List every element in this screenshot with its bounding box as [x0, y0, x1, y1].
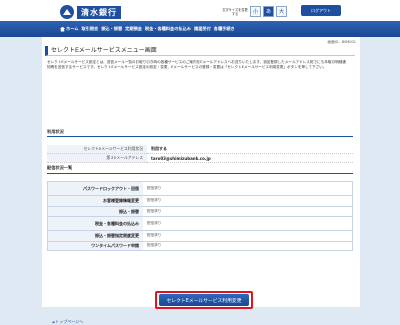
bank-name: 清水銀行	[77, 5, 121, 19]
font-size-switcher: 文字サイズを変更する 小 あ 大	[222, 6, 287, 17]
font-size-small-button[interactable]: 小	[250, 6, 261, 17]
nav-item-inquiry[interactable]: 取引照会	[81, 26, 98, 32]
delivery-item-name: 振込・振替	[48, 206, 143, 216]
top-header: 清水銀行 文字サイズを変更する 小 あ 大 ログアウト	[0, 0, 400, 21]
list-item: 税金・各種料金の払込み 配信済り	[47, 216, 353, 230]
list-item: 振込・振替指定限度変更 配信済り	[47, 230, 353, 241]
usage-section-heading: 利用状況	[47, 129, 64, 134]
main-content: 画面ID：BSM001 セレクトEメールサービスメニュー画面 セレクトEメールサ…	[42, 37, 360, 324]
page-title: セレクトEメールサービスメニュー画面	[45, 46, 355, 56]
table-row: 第２Eメールアドレス taro03@shimizubank.co.jp	[47, 153, 353, 163]
nav-item-notifications[interactable]: 諸届受付	[194, 26, 211, 32]
screen-id: 画面ID：BSM001	[327, 40, 357, 44]
usage-section-divider	[47, 136, 353, 137]
delivery-item-name: パスワードロックアウト・回復	[48, 182, 143, 195]
nav-item-tax-payment[interactable]: 税金・各種料金の払込み	[145, 26, 191, 32]
page-description: セレクトEメールサービス設定とは、送信メール一覧のお取り引き時の各種サービスのご…	[47, 60, 346, 70]
usage-status-value: 利用する	[151, 146, 167, 151]
delivery-item-status: 配信済り	[147, 186, 162, 190]
delivery-item-name: 振込・振替指定限度変更	[48, 231, 143, 241]
email-service-change-button[interactable]: セレクトEメールサービス利用変更	[159, 294, 249, 306]
home-icon	[60, 26, 65, 32]
delivery-section-heading: 配信状況一覧	[47, 165, 73, 170]
delivery-item-name: ワンタイムパスワード申請	[48, 241, 143, 250]
font-size-medium-button[interactable]: あ	[263, 6, 274, 17]
usage-table: セレクトEメールサービス利用状況 利用する 第２Eメールアドレス taro03@…	[47, 145, 353, 163]
delivery-item-status: 配信済り	[147, 208, 162, 213]
delivery-item-name: 税金・各種料金の払込み	[48, 217, 143, 230]
delivery-status-list: パスワードロックアウト・回復 配信済り お客様登録情報変更 配信済り 振込・振替…	[47, 181, 353, 251]
delivery-item-status: 配信済り	[147, 221, 162, 225]
list-item: 振込・振替 配信済り	[47, 205, 353, 216]
nav-item-time-deposit[interactable]: 定期預金	[125, 26, 142, 32]
delivery-section-divider	[47, 173, 353, 174]
bank-logo[interactable]: 清水銀行	[60, 5, 121, 19]
table-row: セレクトEメールサービス利用状況 利用する	[47, 145, 353, 154]
list-item: お客様登録情報変更 配信済り	[47, 195, 353, 206]
delivery-item-status: 配信済り	[147, 198, 162, 203]
delivery-item-status: 配信済り	[147, 233, 162, 238]
global-nav: ホーム 取引照会 振込・振替 定期預金 税金・各種料金の払込み 諸届受付 各種手…	[0, 21, 400, 37]
delivery-item-status: 配信済り	[147, 243, 162, 248]
nav-item-transfer[interactable]: 振込・振替	[101, 26, 122, 32]
change-button-highlight: セレクトEメールサービス利用変更	[155, 291, 253, 309]
nav-item-procedures[interactable]: 各種手続き	[214, 26, 235, 32]
bank-emblem-icon	[60, 5, 74, 19]
font-size-label: 文字サイズを変更する	[222, 7, 248, 16]
second-email-label: 第２Eメールアドレス	[47, 153, 147, 163]
delivery-item-name: お客様登録情報変更	[48, 196, 143, 206]
nav-item-home-label: ホーム	[66, 26, 79, 31]
list-item: パスワードロックアウト・回復 配信済り	[47, 181, 353, 195]
back-to-top-link[interactable]: トップページへ	[52, 319, 83, 325]
logout-button[interactable]: ログアウト	[301, 5, 341, 16]
usage-status-label: セレクトEメールサービス利用状況	[47, 145, 147, 154]
second-email-value: taro03@shimizubank.co.jp	[151, 155, 211, 161]
list-item: ワンタイムパスワード申請 配信済り	[47, 240, 353, 251]
font-size-large-button[interactable]: 大	[276, 6, 287, 17]
nav-item-home[interactable]: ホーム	[60, 26, 78, 32]
